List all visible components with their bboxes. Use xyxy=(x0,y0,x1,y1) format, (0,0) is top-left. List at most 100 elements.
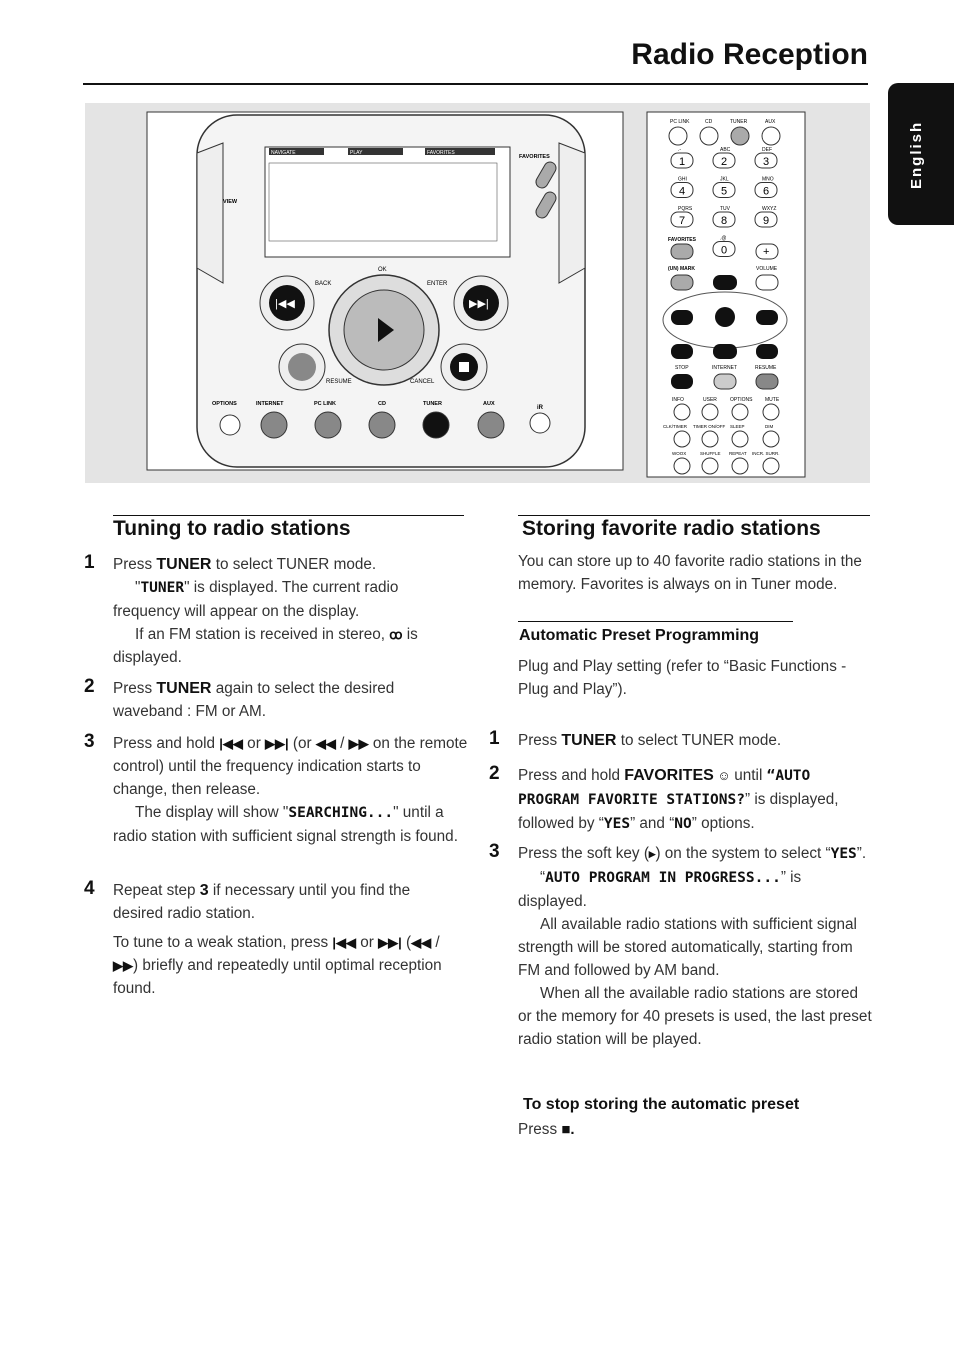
text-run: until xyxy=(734,767,767,784)
remote-function-button[interactable] xyxy=(731,430,749,448)
text-run: When all the available radio stations ar… xyxy=(518,985,872,1048)
section-heading-tuning: Tuning to radio stations xyxy=(113,517,351,540)
cd-label: CD xyxy=(378,401,386,407)
text-run: ” options. xyxy=(691,815,755,832)
digit-key-label: 7 xyxy=(679,215,685,227)
stop-storing-text: Press ■. xyxy=(518,1118,575,1141)
remote-forward-button[interactable] xyxy=(756,344,778,359)
remote-stop-label: STOP xyxy=(675,365,689,371)
remote-function-button[interactable] xyxy=(762,403,780,421)
storing-step-1: Press TUNER to select TUNER mode. xyxy=(518,729,868,752)
remote-function-button[interactable] xyxy=(701,457,719,475)
remote-sleep-label: SLEEP xyxy=(730,424,745,429)
cd-button[interactable] xyxy=(368,411,396,439)
aux-button[interactable] xyxy=(477,411,505,439)
step-paragraph: When all the available radio stations ar… xyxy=(518,982,873,1051)
remote-favorites-label: FAVORITES xyxy=(668,237,697,243)
step-paragraph: “AUTO PROGRAM IN PROGRESS...” is display… xyxy=(518,866,873,913)
remote-function-button[interactable] xyxy=(673,457,691,475)
cancel-label: CANCEL xyxy=(410,379,435,385)
section-rule-left xyxy=(113,515,464,516)
remote-next-button[interactable] xyxy=(756,310,778,325)
remote-aux-button[interactable] xyxy=(761,126,781,146)
remote-cd-button[interactable] xyxy=(699,126,719,146)
remote-clk-timer-label: CLK/TIMER xyxy=(663,424,688,429)
options-button[interactable] xyxy=(219,414,241,436)
device-illustration: NAVIGATE PLAY FAVORITES VIEW FAVORITES O… xyxy=(85,103,870,483)
remote-control: PC LINK CD TUNER AUX .- 1 ABC 2 DEF 3 GHI 4 JKL 5… xyxy=(646,111,806,478)
remote-unmark-button[interactable] xyxy=(670,274,694,291)
storing-intro: You can store up to 40 favorite radio st… xyxy=(518,550,873,596)
remote-rewind-button[interactable] xyxy=(671,344,693,359)
remote-tuner-button[interactable] xyxy=(730,126,750,146)
remote-play-button[interactable] xyxy=(715,307,735,327)
text-run: ”. xyxy=(856,845,867,862)
step-paragraph: Press TUNER to select TUNER mode. xyxy=(113,553,448,576)
stop-press-text: Press xyxy=(518,1121,558,1138)
remote-mute-label: MUTE xyxy=(765,397,780,403)
text-run: Press the soft key ( xyxy=(518,845,649,862)
internet-button[interactable] xyxy=(260,411,288,439)
pause-button[interactable] xyxy=(288,353,316,381)
remote-function-button[interactable] xyxy=(701,403,719,421)
remote-function-button[interactable] xyxy=(673,430,691,448)
text-run: Press xyxy=(113,680,157,697)
pc-link-button[interactable] xyxy=(314,411,342,439)
digit-key-label: 2 xyxy=(721,156,727,168)
remote-volume-label: VOLUME xyxy=(756,266,778,272)
remote-resume-label: RESUME xyxy=(755,365,777,371)
device-drawing: NAVIGATE PLAY FAVORITES VIEW FAVORITES O… xyxy=(146,111,806,478)
note-paragraph: To tune to a weak station, press |◀◀ or … xyxy=(113,931,453,1000)
text-run: Press and hold xyxy=(518,767,625,784)
ir-label: iR xyxy=(537,405,544,411)
options-label: OPTIONS xyxy=(212,401,237,407)
tuner-button[interactable] xyxy=(422,411,450,439)
digit-key-label: 6 xyxy=(763,186,769,198)
remote-resume-button[interactable] xyxy=(755,373,779,390)
remote-favorites-button[interactable] xyxy=(670,243,694,260)
tuning-step-2: Press TUNER again to select the desired … xyxy=(113,677,433,723)
section-heading-storing: Storing favorite radio stations xyxy=(522,517,821,540)
text-run: If an FM station is received in stereo, xyxy=(135,626,390,643)
remote-function-button[interactable] xyxy=(731,457,749,475)
plug-text: Plug and Play setting (refer to “Basic F… xyxy=(518,658,847,698)
display-tab-navigate-label: NAVIGATE xyxy=(271,150,296,156)
remote-function-button[interactable] xyxy=(731,403,749,421)
step-number: 3 xyxy=(489,841,500,862)
remote-pc-link-label: PC LINK xyxy=(670,119,690,125)
text-run: or xyxy=(356,934,379,951)
step-paragraph: Press and hold FAVORITES ☺ until “AUTO P… xyxy=(518,764,863,836)
remote-function-button[interactable] xyxy=(762,430,780,448)
remote-dim-label: DIM xyxy=(765,424,774,429)
remote-internet-button[interactable] xyxy=(713,373,737,390)
text-run: The display will show " xyxy=(135,804,289,821)
text-run: Repeat step xyxy=(113,882,200,899)
remote-up-button[interactable] xyxy=(713,275,737,290)
remote-aux-label: AUX xyxy=(765,119,776,125)
remote-pc-link-button[interactable] xyxy=(668,126,688,146)
remote-function-button[interactable] xyxy=(673,403,691,421)
step-paragraph: "TUNER" is displayed. The current radio … xyxy=(113,576,448,623)
stop-icon: ■. xyxy=(561,1121,575,1138)
stop-storing-heading: To stop storing the automatic preset xyxy=(523,1096,800,1113)
key-letters-label: DEF xyxy=(762,147,772,153)
remote-function-button[interactable] xyxy=(701,430,719,448)
digit-key-label: 8 xyxy=(721,215,727,227)
text-run: All available radio stations with suffic… xyxy=(518,916,857,979)
remote-previous-button[interactable] xyxy=(671,310,693,325)
text-run: to select TUNER mode. xyxy=(616,732,782,749)
enter-label: ENTER xyxy=(427,281,448,287)
key-letters-label: PQRS xyxy=(678,206,693,212)
text-run: to select TUNER mode. xyxy=(211,556,377,573)
remote-down-button[interactable] xyxy=(713,344,737,359)
tuning-step-3: Press and hold |◀◀ or ▶▶| (or ◀◀ / ▶▶ on… xyxy=(113,732,468,848)
symbol-icon: ▶▶| xyxy=(265,736,289,751)
remote-stop-button[interactable] xyxy=(671,374,693,389)
text-run: ) briefly and repeatedly until optimal r… xyxy=(113,957,442,997)
remote-function-button[interactable] xyxy=(762,457,780,475)
step-number: 1 xyxy=(84,552,95,573)
volume-down-button[interactable] xyxy=(755,274,779,291)
ok-label: OK xyxy=(378,267,387,273)
language-tab-label: English xyxy=(908,120,925,189)
pc-link-label: PC LINK xyxy=(314,401,336,407)
